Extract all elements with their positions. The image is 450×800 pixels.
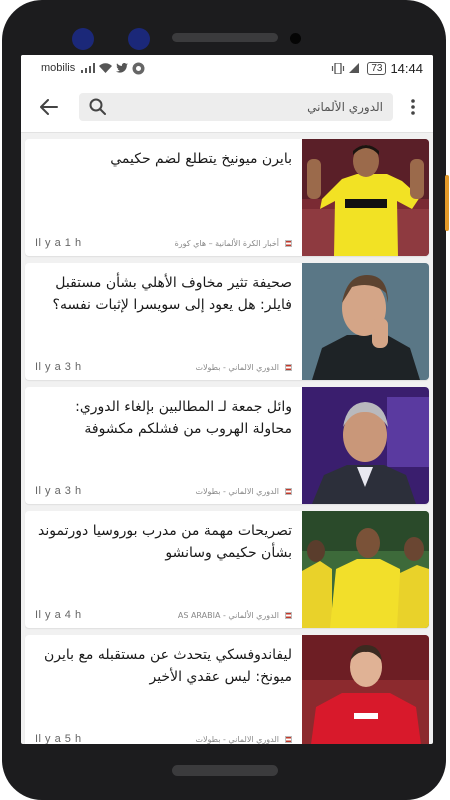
article-age: Il y a 1 h xyxy=(35,237,82,249)
search-input[interactable] xyxy=(106,99,383,114)
back-button[interactable] xyxy=(29,87,69,127)
article-age: Il y a 3 h xyxy=(35,361,82,373)
card-text: وائل جمعة لـ المطالبين بإلغاء الدوري: مح… xyxy=(25,387,302,504)
news-list: بايرن ميونيخ يتطلع لضم حكيمي Il y a 1 h … xyxy=(21,133,433,744)
source-flag-icon xyxy=(285,735,292,743)
sensor-dot xyxy=(128,28,150,50)
card-text: تصريحات مهمة من مدرب بوروسيا دورتموند بش… xyxy=(25,511,302,628)
article-source: الدوري الألماني - AS ARABIA xyxy=(177,610,279,620)
vibrate-icon xyxy=(331,62,345,74)
card-text: صحيفة تثير مخاوف الأهلي بشأن مستقبل فايل… xyxy=(25,263,302,380)
article-source: الدوري الالماني - بطولات xyxy=(195,362,279,372)
article-title[interactable]: بايرن ميونيخ يتطلع لضم حكيمي xyxy=(35,148,292,170)
search-bar[interactable] xyxy=(79,92,393,121)
player-yellow-jersey-photo[interactable] xyxy=(302,139,429,256)
article-meta: Il y a 4 h الدوري الألماني - AS ARABIA xyxy=(35,609,292,621)
article-age: Il y a 4 h xyxy=(35,609,82,621)
status-bar: mobilis 73 14:44 xyxy=(21,55,433,81)
app-bar xyxy=(21,81,433,133)
app-notification-icon xyxy=(132,62,145,75)
source-flag-icon xyxy=(285,611,292,619)
battery-level: 73 xyxy=(367,61,387,75)
news-card[interactable]: وائل جمعة لـ المطالبين بإلغاء الدوري: مح… xyxy=(25,387,429,504)
home-button[interactable] xyxy=(172,765,278,776)
article-source: الدوري الالماني - بطولات xyxy=(195,734,279,744)
side-button xyxy=(445,175,449,231)
article-age: Il y a 3 h xyxy=(35,485,82,497)
team-celebration-photo[interactable] xyxy=(302,511,429,628)
app-screen: mobilis 73 14:44 الدوري الألماني بايرن م… xyxy=(21,55,433,744)
article-meta: Il y a 5 h الدوري الالماني - بطولات xyxy=(35,733,292,744)
more-options-button[interactable] xyxy=(401,87,425,127)
source-flag-icon xyxy=(285,363,292,371)
earpiece-speaker xyxy=(172,33,278,42)
article-title[interactable]: ليفاندوفسكي يتحدث عن مستقبله مع بايرن مي… xyxy=(35,644,292,688)
signal-icon xyxy=(81,63,96,73)
phone-frame: mobilis 73 14:44 الدوري الألماني بايرن م… xyxy=(2,0,449,800)
article-age: Il y a 5 h xyxy=(35,733,82,744)
news-card[interactable]: بايرن ميونيخ يتطلع لضم حكيمي Il y a 1 h … xyxy=(25,139,429,256)
front-camera xyxy=(290,33,301,44)
card-text: ليفاندوفسكي يتحدث عن مستقبله مع بايرن مي… xyxy=(25,635,302,744)
cellular-icon xyxy=(349,63,360,73)
player-red-jersey-photo[interactable] xyxy=(302,635,429,744)
article-title[interactable]: وائل جمعة لـ المطالبين بإلغاء الدوري: مح… xyxy=(35,396,292,440)
article-source: الدوري الالماني - بطولات xyxy=(195,486,279,496)
card-text: بايرن ميونيخ يتطلع لضم حكيمي Il y a 1 h … xyxy=(25,139,302,256)
more-vert-icon xyxy=(411,98,415,115)
arrow-back-icon xyxy=(40,98,58,115)
news-card[interactable]: ليفاندوفسكي يتحدث عن مستقبله مع بايرن مي… xyxy=(25,635,429,744)
article-meta: Il y a 3 h الدوري الالماني - بطولات xyxy=(35,361,292,373)
news-card[interactable]: تصريحات مهمة من مدرب بوروسيا دورتموند بش… xyxy=(25,511,429,628)
article-meta: Il y a 3 h الدوري الالماني - بطولات xyxy=(35,485,292,497)
source-flag-icon xyxy=(285,239,292,247)
news-card[interactable]: صحيفة تثير مخاوف الأهلي بشأن مستقبل فايل… xyxy=(25,263,429,380)
article-source: أخبار الكرة الألمانية – هاي كورة xyxy=(174,238,279,248)
search-icon[interactable] xyxy=(89,98,106,115)
article-meta: Il y a 1 h أخبار الكرة الألمانية – هاي ك… xyxy=(35,237,292,249)
wifi-icon xyxy=(99,63,113,73)
article-title[interactable]: صحيفة تثير مخاوف الأهلي بشأن مستقبل فايل… xyxy=(35,272,292,316)
twitter-icon xyxy=(116,63,129,73)
article-title[interactable]: تصريحات مهمة من مدرب بوروسيا دورتموند بش… xyxy=(35,520,292,564)
sensor-dot xyxy=(72,28,94,50)
tv-studio-guest-photo[interactable] xyxy=(302,387,429,504)
clock: 14:44 xyxy=(390,60,423,76)
coach-portrait-photo[interactable] xyxy=(302,263,429,380)
carrier-name: mobilis xyxy=(41,62,76,74)
source-flag-icon xyxy=(285,487,292,495)
